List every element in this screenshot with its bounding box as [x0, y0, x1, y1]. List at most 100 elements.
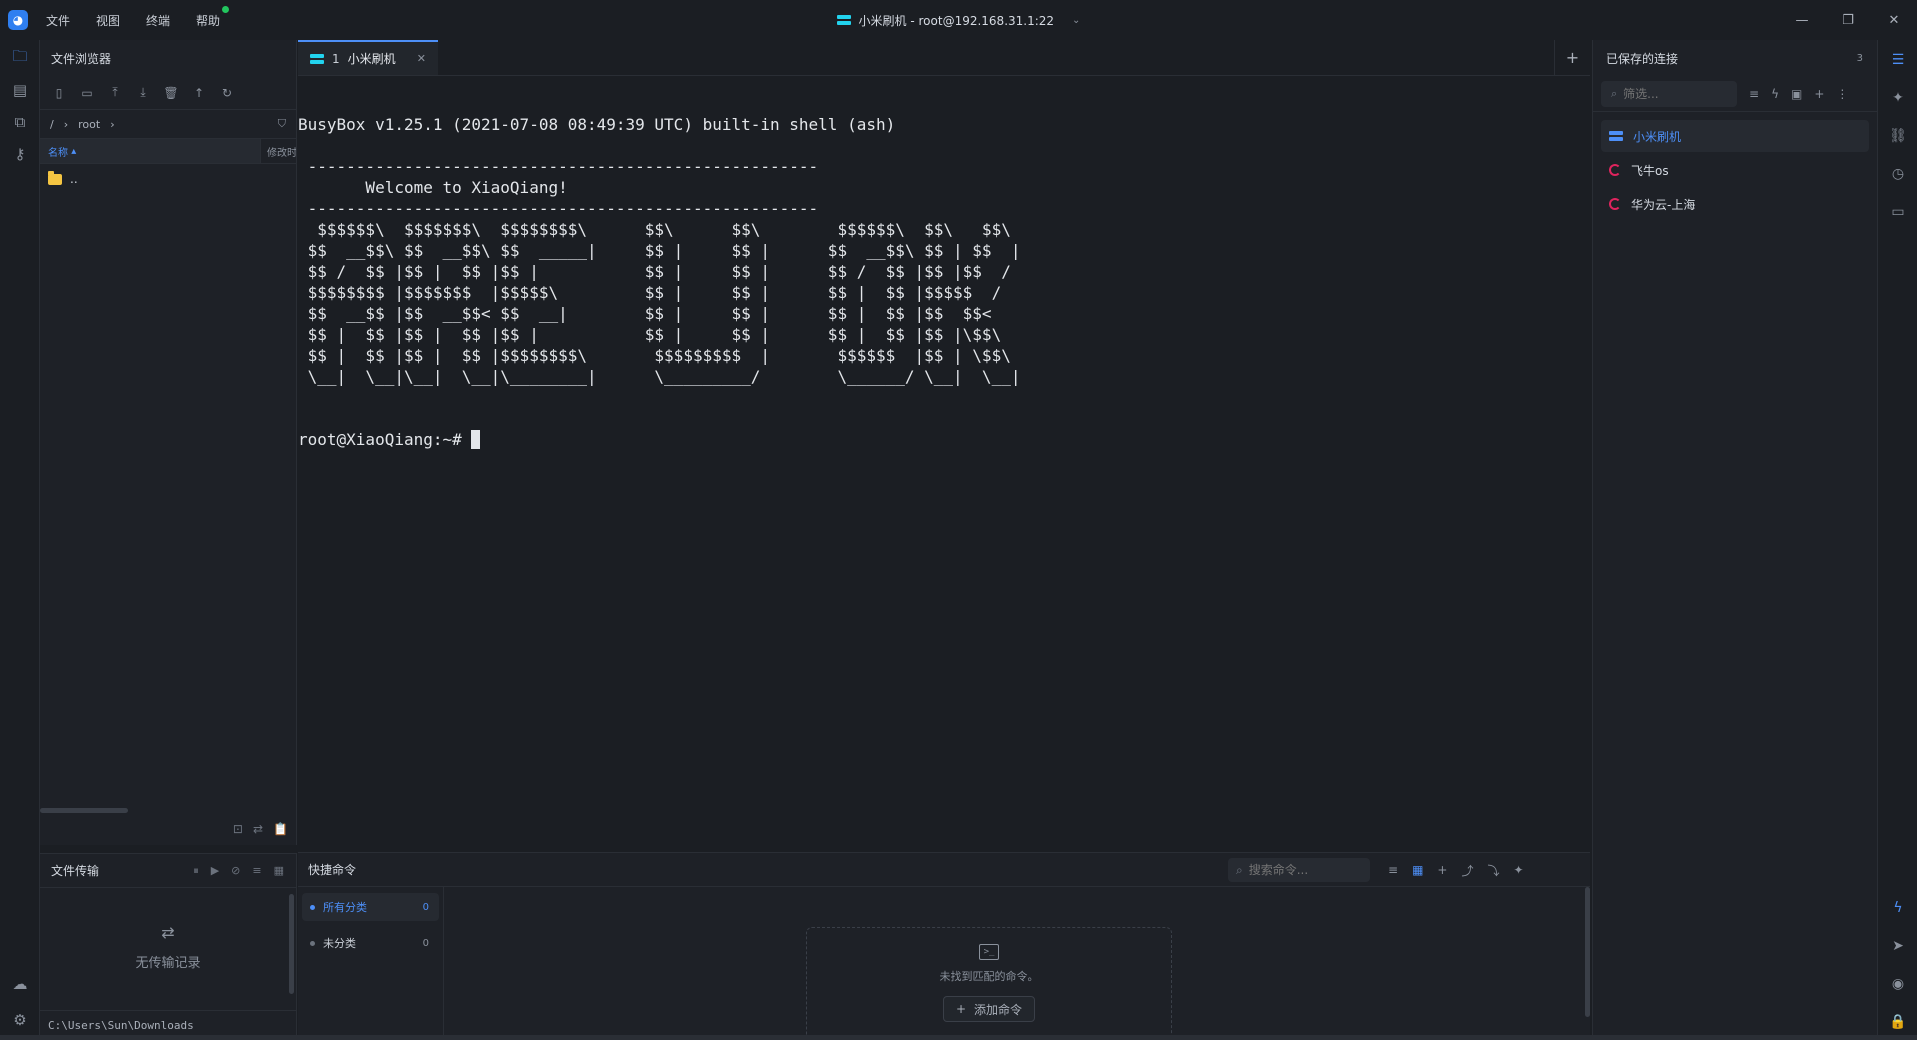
debian-icon [1609, 164, 1621, 176]
close-icon[interactable]: ✕ [417, 52, 426, 65]
add-tab-button[interactable]: + [1554, 40, 1590, 75]
tab-bar: 1 小米刷机 ✕ + [298, 40, 1590, 76]
sort-icon[interactable]: ≡ [1749, 87, 1759, 101]
search-icon: ⌕ [1611, 86, 1618, 100]
horizontal-scrollbar[interactable] [40, 808, 128, 813]
history-icon[interactable]: ◷ [1879, 156, 1917, 192]
explorer-toolbar: ▯ ▭ ⤒ ⤓ 🗑 ↑ ↻ [40, 76, 296, 110]
sort-icon[interactable]: ≡ [1388, 863, 1398, 877]
transfer-actions: ⏸ ▶ ⊘ ≡ ▦ [193, 864, 284, 878]
plus-icon: + [955, 1002, 967, 1016]
command-search-input[interactable] [1248, 863, 1354, 877]
gear-icon[interactable]: ⚙ [0, 1002, 40, 1038]
file-name: .. [70, 172, 78, 186]
terminal-line: ----------------------------------------… [298, 157, 819, 176]
command-empty-state: >_ 未找到匹配的命令。 + 添加命令 [806, 927, 1172, 1040]
close-window-button[interactable]: ✕ [1871, 0, 1917, 40]
menu-help[interactable]: 帮助 [196, 5, 230, 29]
plus-icon[interactable]: + [1437, 863, 1447, 877]
connection-label: 飞牛os [1631, 163, 1669, 178]
update-dot-icon [222, 5, 230, 13]
quick-scrollbar[interactable] [1585, 887, 1590, 1017]
menu-terminal[interactable]: 终端 [146, 12, 170, 29]
session-switcher[interactable]: 小米刷机 - root@192.168.31.1:22 ⌄ [836, 12, 1080, 29]
record-icon[interactable]: ◉ [1879, 966, 1917, 1002]
ai-sparkle-icon[interactable]: ✦ [1879, 80, 1917, 116]
trash-icon[interactable]: 🗑 [160, 82, 182, 104]
breadcrumb-root-dir[interactable]: root [78, 118, 100, 131]
breadcrumb-root[interactable]: / [50, 118, 54, 131]
terminal-line: $$ / $$ |$$ | $$ |$$ | $$ | $$ | $$ / $$… [298, 262, 1011, 281]
sync-icon[interactable]: ⇄ [253, 822, 263, 836]
transfer-scrollbar[interactable] [289, 894, 294, 994]
column-modified[interactable]: 修改时间 [260, 139, 296, 163]
clear-all-icon[interactable]: ▦ [274, 864, 284, 878]
menu-view[interactable]: 视图 [96, 12, 120, 29]
play-icon[interactable]: ▶ [211, 864, 219, 878]
tab-session[interactable]: 1 小米刷机 ✕ [298, 40, 438, 75]
new-folder-icon[interactable]: ▭ [76, 82, 98, 104]
network-icon[interactable]: ⧉ [0, 104, 40, 140]
server-list-icon[interactable]: ☰ [1879, 42, 1917, 78]
connection-item[interactable]: 华为云-上海 [1601, 188, 1869, 220]
export-icon[interactable]: ⤴ [1461, 862, 1473, 879]
quick-actions: ≡ ▦ + ⤴ ⤵ ✦ [1388, 853, 1524, 887]
terminal-output[interactable]: BusyBox v1.25.1 (2021-07-08 08:49:39 UTC… [298, 76, 1590, 450]
link-icon[interactable]: ⛓ [1879, 118, 1917, 154]
key-icon[interactable]: ⚷ [0, 136, 40, 172]
quick-divider [443, 887, 444, 1040]
new-file-icon[interactable]: ▯ [48, 82, 70, 104]
command-search[interactable]: ⌕ [1228, 858, 1370, 882]
terminal-icon: >_ [979, 944, 999, 960]
ai-sparkle-icon[interactable]: ✦ [1514, 863, 1524, 877]
right-activity-bar: ☰ ✦ ⛓ ◷ ▭ ϟ ➤ ◉ 🔒 [1879, 40, 1917, 1040]
clipboard-icon[interactable]: 📋 [273, 822, 288, 836]
restore-button[interactable]: ❐ [1825, 0, 1871, 40]
cancel-icon[interactable]: ⊘ [231, 864, 240, 878]
quick-connect-icon[interactable]: ϟ [1771, 87, 1779, 101]
saved-connections-panel: 已保存的连接 3 ⌕ ≡ ϟ ▣ + ⋮ 小米刷机 飞牛os 华为云-上海 [1592, 40, 1878, 1040]
quick-header: 快捷命令 ⌕ ≡ ▦ + ⤴ ⤵ ✦ [298, 853, 1590, 887]
import-icon[interactable]: ⤵ [1487, 862, 1499, 879]
folder-icon[interactable]: 🗀 [0, 40, 40, 76]
add-command-button[interactable]: + 添加命令 [942, 996, 1036, 1022]
transfer-header: 文件传输 ⏸ ▶ ⊘ ≡ ▦ [40, 854, 296, 888]
monitor-icon[interactable]: ▭ [1879, 194, 1917, 230]
cloud-upload-icon[interactable]: ☁ [0, 966, 40, 1002]
lightning-icon[interactable]: ϟ [1879, 890, 1917, 926]
plus-icon[interactable]: + [1814, 87, 1824, 101]
new-group-icon[interactable]: ▣ [1791, 87, 1802, 101]
terminal-prompt: root@XiaoQiang:~# [298, 430, 472, 449]
more-icon[interactable]: ⋮ [1836, 87, 1848, 101]
notes-icon[interactable]: ▤ [0, 72, 40, 108]
open-folder-icon[interactable]: ⊡ [233, 822, 243, 836]
connection-filter-input[interactable] [1623, 86, 1724, 101]
column-name[interactable]: 名称 ▴ [40, 139, 260, 163]
connection-item[interactable]: 飞牛os [1601, 154, 1869, 186]
connection-filter[interactable]: ⌕ [1601, 80, 1737, 107]
refresh-icon[interactable]: ↻ [216, 82, 238, 104]
category-all[interactable]: 所有分类 0 [302, 893, 439, 921]
minimize-button[interactable]: — [1779, 0, 1825, 40]
arrow-up-icon[interactable]: ↑ [188, 82, 210, 104]
terminal-prompt-line: root@XiaoQiang:~# [298, 429, 1590, 450]
breadcrumb: / › root › ⛉ [40, 110, 296, 138]
title-bar: ◕ 文件 视图 终端 帮助 小米刷机 - root@192.168.31.1:2… [0, 0, 1917, 40]
app-logo-icon[interactable]: ◕ [8, 10, 28, 30]
clear-list-icon[interactable]: ≡ [252, 864, 261, 878]
grid-view-icon[interactable]: ▦ [1412, 863, 1423, 877]
terminal-line: $$ __$$ |$$ __$$< $$ __| $$ | $$ | $$ | … [298, 304, 992, 323]
column-name-label: 名称 [48, 147, 68, 159]
tab-label: 小米刷机 [347, 52, 396, 66]
file-row-parent[interactable]: .. [40, 164, 296, 194]
category-uncategorized[interactable]: 未分类 0 [302, 929, 439, 957]
send-icon[interactable]: ➤ [1879, 928, 1917, 964]
pause-icon[interactable]: ⏸ [193, 864, 199, 878]
connection-label: 小米刷机 [1633, 129, 1682, 144]
download-icon[interactable]: ⤓ [132, 82, 154, 104]
menu-file[interactable]: 文件 [46, 12, 70, 29]
connection-item[interactable]: 小米刷机 [1601, 120, 1869, 152]
bookmark-icon[interactable]: ⛉ [278, 117, 286, 131]
upload-icon[interactable]: ⤒ [104, 82, 126, 104]
